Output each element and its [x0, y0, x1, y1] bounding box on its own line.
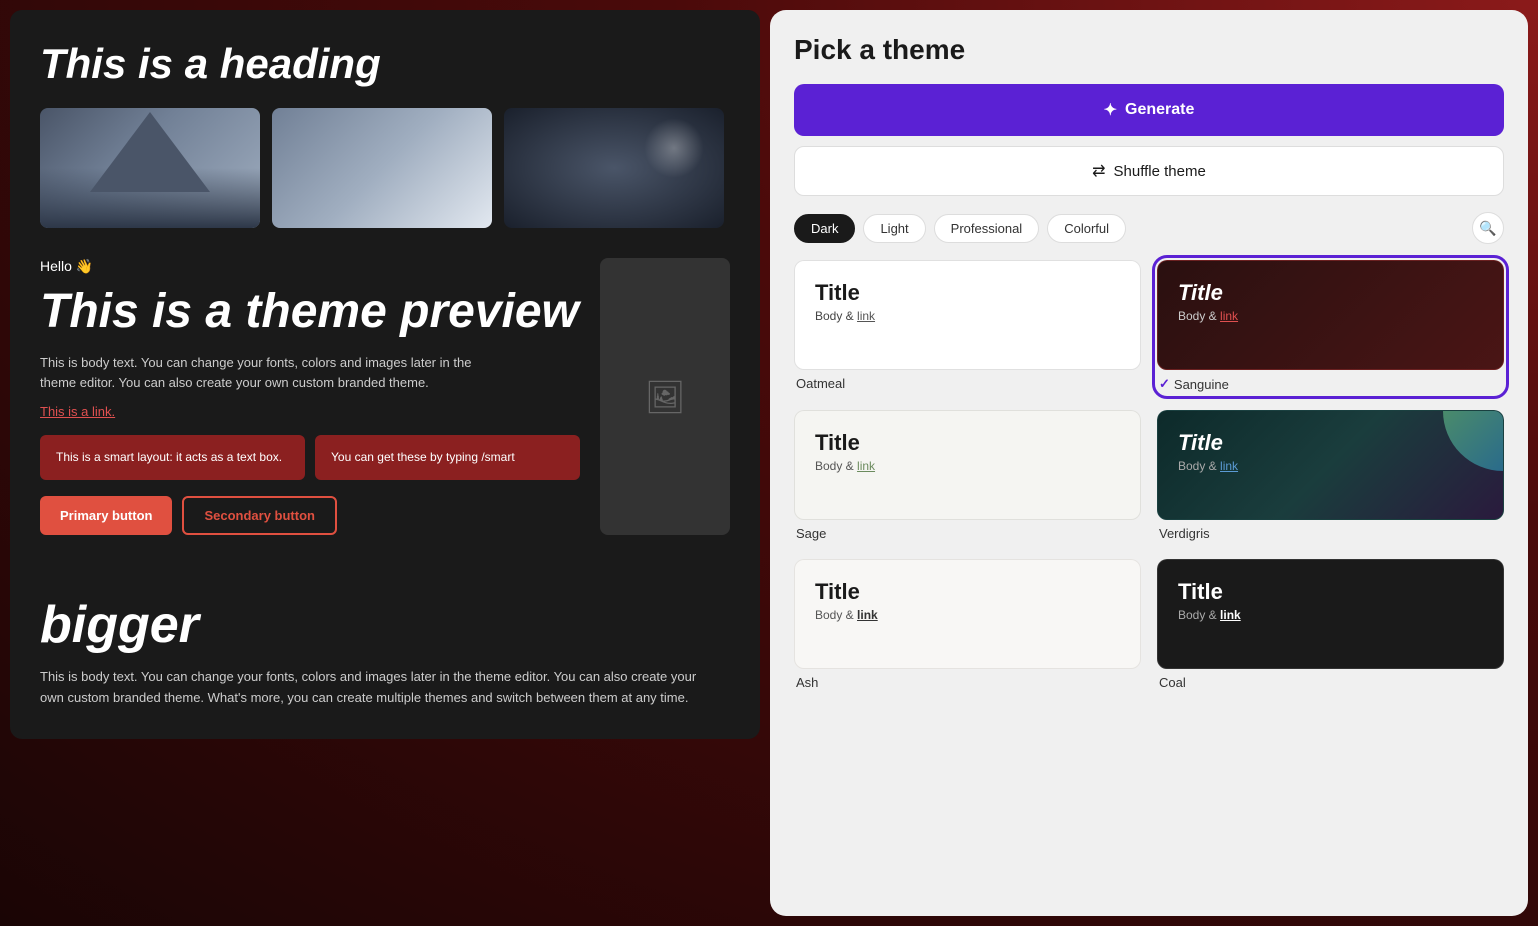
sage-body: Body & link [815, 459, 1120, 473]
shuffle-label: Shuffle theme [1114, 163, 1206, 180]
image-space [504, 108, 724, 228]
sage-name-row: Sage [794, 520, 1141, 543]
verdigris-name-row: Verdigris [1157, 520, 1504, 543]
verdigris-body: Body & link [1178, 459, 1483, 473]
oatmeal-title: Title [815, 281, 1120, 305]
theme-preview-oatmeal: Title Body & link [794, 260, 1141, 370]
oatmeal-name-row: Oatmeal [794, 370, 1141, 393]
sanguine-body: Body & link [1178, 309, 1483, 323]
smart-boxes: This is a smart layout: it acts as a tex… [40, 435, 580, 480]
sanguine-name: Sanguine [1174, 377, 1229, 392]
button-row: Primary button Secondary button [40, 496, 580, 535]
top-section: This is a heading [10, 10, 760, 228]
preview-link[interactable]: This is a link. [40, 404, 580, 419]
bottom-heading: bigger [40, 595, 730, 655]
smart-box-1: This is a smart layout: it acts as a tex… [40, 435, 305, 480]
sage-link: link [857, 459, 875, 473]
ash-title: Title [815, 580, 1120, 604]
theme-card-sage[interactable]: Title Body & link Sage [794, 410, 1141, 543]
theme-card-sanguine[interactable]: Title Body & link ✓ Sanguine [1157, 260, 1504, 394]
theme-card-ash[interactable]: Title Body & link Ash [794, 559, 1141, 692]
theme-preview-coal: Title Body & link [1157, 559, 1504, 669]
verdigris-link: link [1220, 459, 1238, 473]
theme-card-verdigris[interactable]: Title Body & link Verdigris [1157, 410, 1504, 543]
filter-tabs: Dark Light Professional Colorful 🔍 [794, 212, 1504, 244]
filter-tab-colorful[interactable]: Colorful [1047, 214, 1126, 243]
coal-name: Coal [1159, 675, 1186, 690]
preview-body: This is body text. You can change your f… [40, 353, 480, 392]
primary-button[interactable]: Primary button [40, 496, 172, 535]
generate-label: Generate [1125, 101, 1194, 119]
secondary-button[interactable]: Secondary button [182, 496, 337, 535]
coal-title: Title [1178, 580, 1483, 604]
ash-body: Body & link [815, 608, 1120, 622]
sanguine-title: Title [1178, 281, 1483, 305]
coal-name-row: Coal [1157, 669, 1504, 692]
verdigris-title: Title [1178, 431, 1483, 455]
filter-tab-dark[interactable]: Dark [794, 214, 855, 243]
smart-box-2: You can get these by typing /smart [315, 435, 580, 480]
search-icon[interactable]: 🔍 [1472, 212, 1504, 244]
coal-body: Body & link [1178, 608, 1483, 622]
filter-tab-professional[interactable]: Professional [934, 214, 1040, 243]
oatmeal-body: Body & link [815, 309, 1120, 323]
coal-link: link [1220, 608, 1241, 622]
hello-text: Hello 👋 [40, 258, 580, 275]
ash-link: link [857, 608, 878, 622]
sanguine-link: link [1220, 309, 1238, 323]
sparkle-icon: ✦ [1104, 100, 1117, 120]
image-drop-area[interactable]: 🖼 [600, 258, 730, 535]
sage-name: Sage [796, 526, 826, 541]
filter-tab-light[interactable]: Light [863, 214, 925, 243]
preview-title: This is a theme preview [40, 287, 580, 337]
image-placeholder-icon: 🖼 [645, 378, 686, 416]
theme-preview-sage: Title Body & link [794, 410, 1141, 520]
right-panel: Pick a theme ✦ Generate ⇄ Shuffle theme … [770, 10, 1528, 916]
middle-section: Hello 👋 This is a theme preview This is … [10, 228, 760, 565]
generate-button[interactable]: ✦ Generate [794, 84, 1504, 136]
oatmeal-link: link [857, 309, 875, 323]
panel-title: Pick a theme [794, 34, 1504, 66]
ash-name: Ash [796, 675, 818, 690]
sage-title: Title [815, 431, 1120, 455]
image-row [40, 108, 730, 228]
theme-preview-ash: Title Body & link [794, 559, 1141, 669]
theme-card-oatmeal[interactable]: Title Body & link Oatmeal [794, 260, 1141, 394]
ash-name-row: Ash [794, 669, 1141, 692]
bottom-section: bigger This is body text. You can change… [10, 565, 760, 739]
image-astronaut [272, 108, 492, 228]
theme-card-coal[interactable]: Title Body & link Coal [1157, 559, 1504, 692]
preview-content: Hello 👋 This is a theme preview This is … [40, 258, 580, 535]
theme-preview-sanguine: Title Body & link [1157, 260, 1504, 370]
sanguine-name-row: ✓ Sanguine [1157, 370, 1504, 394]
oatmeal-name: Oatmeal [796, 376, 845, 391]
sanguine-check: ✓ [1159, 376, 1170, 392]
theme-grid: Title Body & link Oatmeal Title Body & l… [794, 260, 1504, 692]
shuffle-icon: ⇄ [1092, 161, 1105, 181]
main-heading: This is a heading [40, 40, 730, 88]
theme-preview-verdigris: Title Body & link [1157, 410, 1504, 520]
verdigris-name: Verdigris [1159, 526, 1210, 541]
bottom-body: This is body text. You can change your f… [40, 667, 720, 709]
left-panel: This is a heading Hello 👋 This is a them… [0, 0, 770, 926]
image-mountain [40, 108, 260, 228]
shuffle-button[interactable]: ⇄ Shuffle theme [794, 146, 1504, 196]
